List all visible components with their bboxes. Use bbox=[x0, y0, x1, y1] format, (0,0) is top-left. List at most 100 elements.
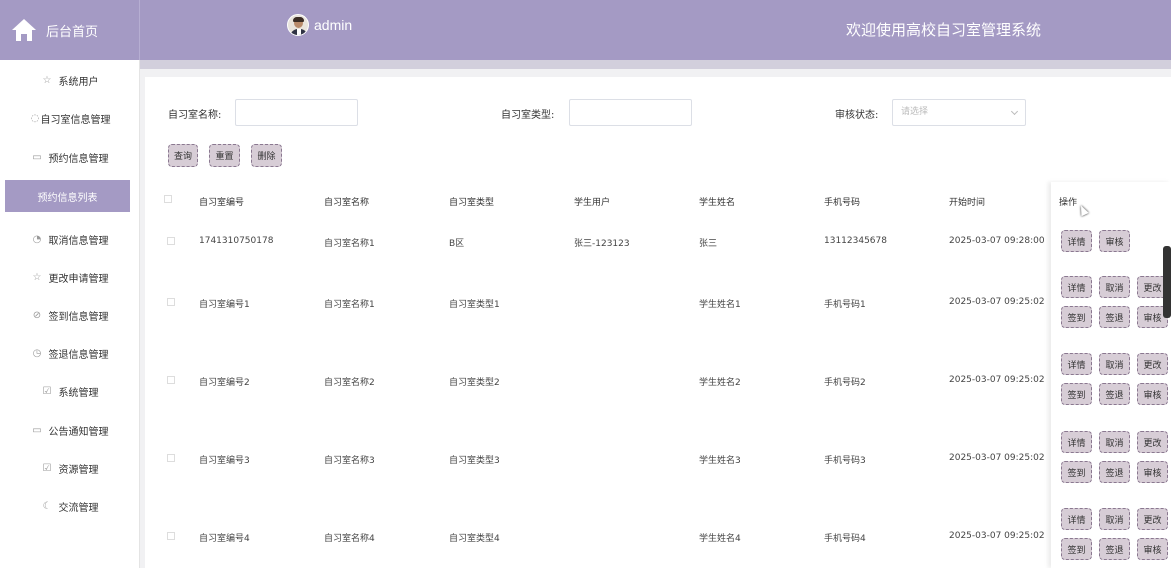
cell-student-name: 学生姓名4 bbox=[699, 534, 741, 544]
timer-icon: ◷ bbox=[32, 347, 42, 359]
room-name-label: 自习室名称: bbox=[168, 110, 222, 121]
room-type-input[interactable] bbox=[569, 99, 692, 126]
home-link[interactable]: 后台首页 bbox=[0, 0, 140, 60]
sidebar-item-notice-mgmt[interactable]: ▭ 公告通知管理 bbox=[0, 414, 140, 446]
cell-phone: 手机号码2 bbox=[824, 378, 866, 388]
sidebar-item-reservation-mgmt[interactable]: ▭ 预约信息管理 bbox=[0, 141, 140, 173]
sidebar-item-checkin-info[interactable]: ⊘ 签到信息管理 bbox=[0, 299, 140, 331]
room-name-input[interactable] bbox=[235, 99, 358, 126]
star-icon: ☆ bbox=[32, 271, 42, 283]
room-type-label: 自习室类型: bbox=[501, 110, 555, 121]
th-student-name: 学生姓名 bbox=[699, 198, 736, 208]
main-panel: 自习室名称: 自习室类型: 审核状态: 请选择 查询 重置 删除 自习室编号 自… bbox=[145, 77, 1171, 568]
cell-room-type: 自习室类型4 bbox=[449, 534, 500, 544]
cancel-button[interactable]: 取消 bbox=[1099, 276, 1130, 298]
row-checkbox[interactable] bbox=[167, 454, 175, 462]
details-button[interactable]: 详情 bbox=[1061, 230, 1092, 252]
th-student-user: 学生用户 bbox=[574, 198, 611, 208]
header-subbar bbox=[140, 60, 1171, 69]
cell-student-name: 张三 bbox=[699, 239, 718, 249]
cell-phone: 手机号码1 bbox=[824, 300, 866, 310]
th-room-type: 自习室类型 bbox=[449, 198, 495, 208]
cancel-button[interactable]: 取消 bbox=[1099, 353, 1130, 375]
status-select[interactable]: 请选择 bbox=[892, 99, 1026, 126]
status-placeholder: 请选择 bbox=[901, 107, 929, 117]
scrollbar-thumb[interactable] bbox=[1163, 246, 1171, 318]
home-label: 后台首页 bbox=[46, 24, 99, 40]
sidebar-item-forum-mgmt[interactable]: ☾ 交流管理 bbox=[0, 490, 140, 522]
details-button[interactable]: 详情 bbox=[1061, 353, 1092, 375]
checkin-button[interactable]: 签到 bbox=[1061, 383, 1092, 405]
change-button[interactable]: 更改 bbox=[1137, 431, 1168, 453]
cell-start-time: 2025-03-07 09:25:02 bbox=[949, 531, 1045, 541]
sidebar-item-system-users[interactable]: ☆ 系统用户 bbox=[0, 64, 140, 96]
th-room-no: 自习室编号 bbox=[199, 198, 245, 208]
cell-phone: 手机号码4 bbox=[824, 534, 866, 544]
check-icon: ☑ bbox=[42, 462, 52, 474]
checkin-button[interactable]: 签到 bbox=[1061, 306, 1092, 328]
review-button[interactable]: 审核 bbox=[1137, 461, 1168, 483]
cell-room-no: 自习室编号3 bbox=[199, 456, 250, 466]
sidebar: ☆ 系统用户 ◌ 自习室信息管理 ▭ 预约信息管理 预约信息列表 ◔ 取消信息管理 ☆ 更… bbox=[0, 60, 140, 568]
th-operations: 操作 bbox=[1059, 198, 1078, 208]
sidebar-item-change-request[interactable]: ☆ 更改申请管理 bbox=[0, 261, 140, 293]
cell-phone: 手机号码3 bbox=[824, 456, 866, 466]
user-name: admin bbox=[314, 17, 353, 33]
row-checkbox[interactable] bbox=[167, 298, 175, 306]
change-button[interactable]: 更改 bbox=[1137, 508, 1168, 530]
th-phone: 手机号码 bbox=[824, 198, 861, 208]
query-button[interactable]: 查询 bbox=[168, 144, 198, 167]
checkin-button[interactable]: 签到 bbox=[1061, 538, 1092, 560]
review-button[interactable]: 审核 bbox=[1099, 230, 1130, 252]
checkout-button[interactable]: 签退 bbox=[1099, 383, 1130, 405]
operations-column: 操作 详情 审核 详情 取消 更改 签到 签退 审核 详情 取消 更改 签到 签… bbox=[1051, 182, 1171, 568]
reset-button[interactable]: 重置 bbox=[209, 144, 240, 167]
details-button[interactable]: 详情 bbox=[1061, 508, 1092, 530]
checkout-button[interactable]: 签退 bbox=[1099, 306, 1130, 328]
checkout-button[interactable]: 签退 bbox=[1099, 538, 1130, 560]
cancel-button[interactable]: 取消 bbox=[1099, 431, 1130, 453]
welcome-title: 欢迎使用高校自习室管理系统 bbox=[846, 21, 1042, 39]
cancel-button[interactable]: 取消 bbox=[1099, 508, 1130, 530]
basket-icon: ▭ bbox=[32, 151, 42, 163]
star-icon: ☆ bbox=[42, 74, 52, 86]
row-checkbox[interactable] bbox=[167, 532, 175, 540]
checkin-button[interactable]: 签到 bbox=[1061, 461, 1092, 483]
row-checkbox[interactable] bbox=[167, 237, 175, 245]
review-button[interactable]: 审核 bbox=[1137, 383, 1168, 405]
user-menu[interactable]: admin bbox=[287, 14, 352, 36]
change-button[interactable]: 更改 bbox=[1137, 353, 1168, 375]
details-button[interactable]: 详情 bbox=[1061, 431, 1092, 453]
select-all-checkbox[interactable] bbox=[164, 195, 172, 203]
sidebar-item-reservation-list[interactable]: 预约信息列表 bbox=[5, 180, 130, 212]
cell-phone: 13112345678 bbox=[824, 236, 887, 246]
th-room-name: 自习室名称 bbox=[324, 198, 370, 208]
review-button[interactable]: 审核 bbox=[1137, 538, 1168, 560]
sidebar-item-cancel-info[interactable]: ◔ 取消信息管理 bbox=[0, 223, 140, 255]
cell-room-no: 自习室编号4 bbox=[199, 534, 250, 544]
cell-start-time: 2025-03-07 09:25:02 bbox=[949, 453, 1045, 463]
check-icon: ☑ bbox=[42, 385, 52, 397]
sidebar-item-resource-mgmt[interactable]: ☑ 资源管理 bbox=[0, 452, 140, 484]
chevron-down-icon bbox=[1010, 107, 1019, 116]
sidebar-item-room-info[interactable]: ◌ 自习室信息管理 bbox=[0, 102, 140, 134]
sidebar-item-checkout-info[interactable]: ◷ 签退信息管理 bbox=[0, 337, 140, 369]
cell-room-type: B区 bbox=[449, 239, 465, 249]
row-checkbox[interactable] bbox=[167, 376, 175, 384]
cell-room-type: 自习室类型3 bbox=[449, 456, 500, 466]
cell-start-time: 2025-03-07 09:25:02 bbox=[949, 297, 1045, 307]
top-header: 后台首页 admin 欢迎使用高校自习室管理系统 bbox=[0, 0, 1171, 60]
status-label: 审核状态: bbox=[835, 110, 879, 121]
drop-icon: ◌ bbox=[30, 112, 40, 124]
home-icon bbox=[12, 19, 36, 41]
cell-student-user: 张三-123123 bbox=[574, 239, 630, 249]
cell-room-name: 自习室名称2 bbox=[324, 378, 375, 388]
clock-icon: ◔ bbox=[32, 233, 42, 245]
cell-room-type: 自习室类型1 bbox=[449, 300, 500, 310]
sidebar-item-system-mgmt[interactable]: ☑ 系统管理 bbox=[0, 375, 140, 407]
delete-button[interactable]: 删除 bbox=[251, 144, 282, 167]
compass-icon: ⊘ bbox=[32, 309, 42, 321]
checkout-button[interactable]: 签退 bbox=[1099, 461, 1130, 483]
cell-room-no: 1741310750178 bbox=[199, 236, 274, 246]
details-button[interactable]: 详情 bbox=[1061, 276, 1092, 298]
